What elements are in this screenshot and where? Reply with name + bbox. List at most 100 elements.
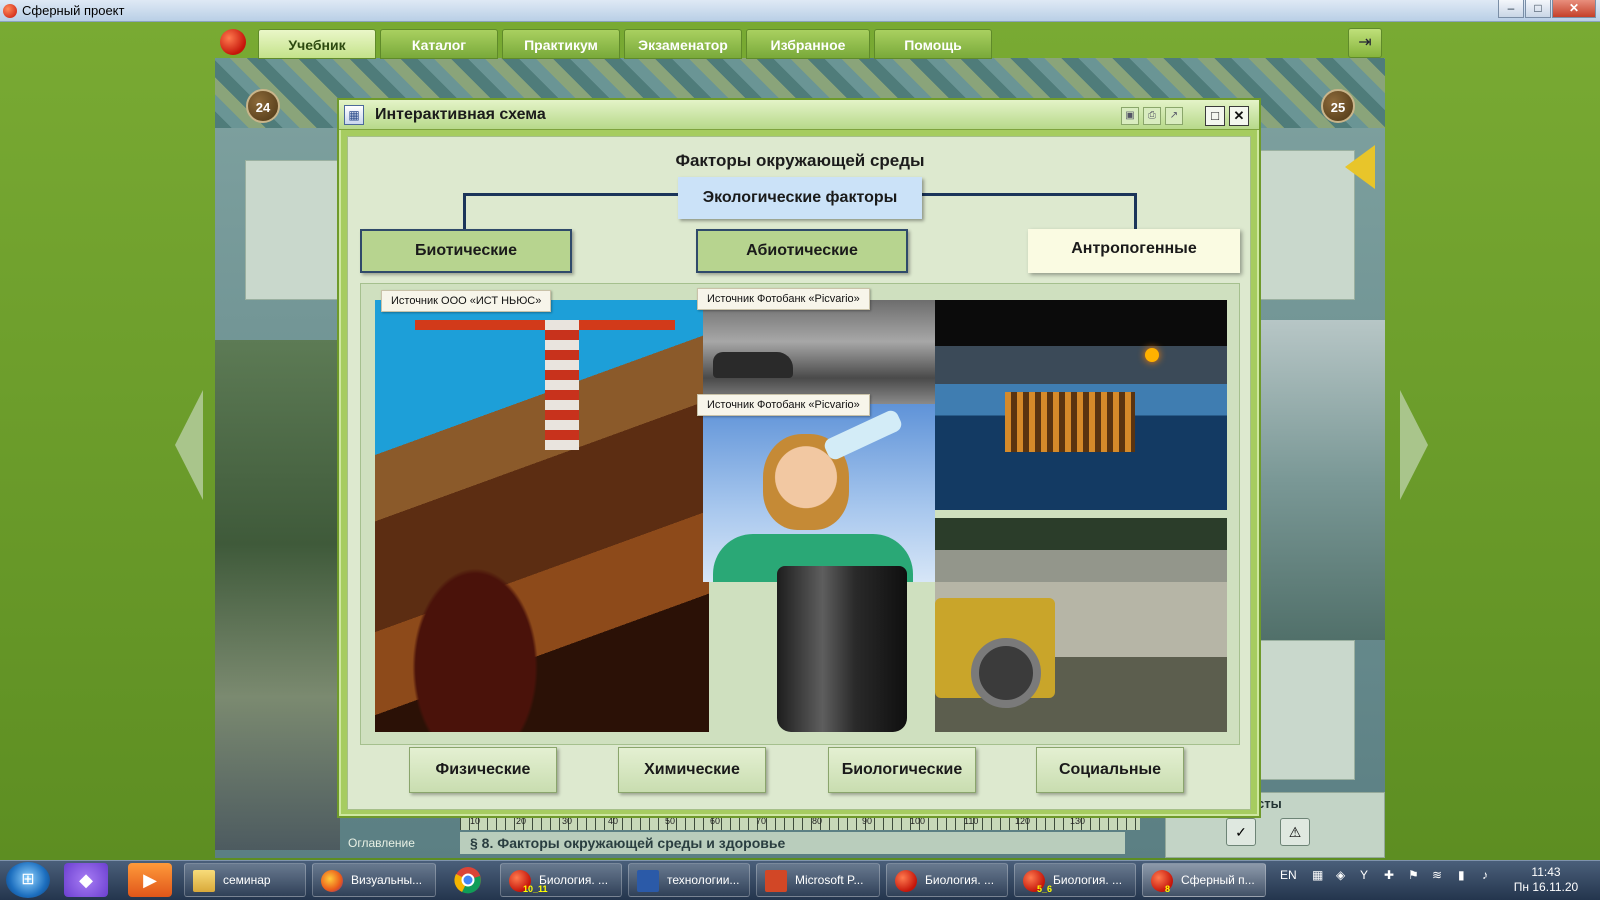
media-player-icon[interactable]: ▶ <box>128 863 172 897</box>
minimize-button[interactable]: – <box>1498 0 1524 18</box>
taskbar-item-biology-5-6[interactable]: 5_6 Биология. ... <box>1014 863 1136 897</box>
left-page-number: 24 <box>246 89 280 123</box>
connector-line <box>463 193 466 229</box>
tab-favorites[interactable]: Избранное <box>746 29 870 59</box>
connector-line <box>920 193 1137 196</box>
tray-flag-icon[interactable]: ⚑ <box>1408 868 1419 882</box>
signal-bars-icon[interactable]: ▮ <box>1458 868 1465 882</box>
language-indicator[interactable]: EN <box>1280 868 1297 882</box>
main-menu-tabs: Учебник Каталог Практикум Экзаменатор Из… <box>258 29 996 59</box>
boy-drinking-water-photo <box>703 404 935 582</box>
powerpoint-icon <box>765 870 787 892</box>
left-page-text-block <box>245 160 340 300</box>
volume-icon[interactable]: ♪ <box>1482 868 1488 882</box>
tab-examiner[interactable]: Экзаменатор <box>624 29 742 59</box>
taskbar-item-label: Визуальны... <box>351 873 423 887</box>
windows-logo-icon: ⊞ <box>21 871 35 888</box>
chapter-title-bar: § 8. Факторы окружающей среды и здоровье <box>460 832 1125 854</box>
industrial-scrap-photo <box>375 300 709 732</box>
taskbar-item-biology[interactable]: Биология. ... <box>886 863 1008 897</box>
bulldozer-wheel-shape <box>971 638 1041 708</box>
clock-date: Пн 16.11.20 <box>1513 880 1579 894</box>
taskbar-item-powerpoint[interactable]: Microsoft P... <box>756 863 880 897</box>
yandex-icon[interactable]: Y <box>1360 868 1368 882</box>
wifi-icon[interactable]: ≋ <box>1432 868 1442 882</box>
taskbar-item-sphere-project[interactable]: 8 Сферный п... <box>1142 863 1266 897</box>
biological-factors-node[interactable]: Биологические <box>828 747 976 793</box>
dialog-header: ▦ Интерактивная схема ▣ ⎙ ↗ □ ✕ <box>339 100 1259 130</box>
ecological-factors-node[interactable]: Экологические факторы <box>678 177 922 219</box>
save-icon[interactable]: ▣ <box>1121 107 1139 125</box>
right-page-tasks-block <box>1255 640 1355 780</box>
window-titlebar: Сферный проект – □ ✕ <box>0 0 1600 22</box>
network-shield-icon[interactable]: ◈ <box>1336 868 1345 882</box>
photo-source-caption: Источник Фотобанк «Picvario» <box>697 288 870 310</box>
anthropogenic-factors-node[interactable]: Антропогенные <box>1028 229 1240 273</box>
print-icon[interactable]: ⎙ <box>1143 107 1161 125</box>
right-page-number: 25 <box>1321 89 1355 123</box>
taskbar-badge: 8 <box>1165 884 1171 894</box>
tab-textbook[interactable]: Учебник <box>258 29 376 59</box>
scheme-title: Факторы окружающей среды <box>675 151 925 170</box>
export-icon[interactable]: ↗ <box>1165 107 1183 125</box>
taskbar-item-label: Биология. ... <box>1053 873 1123 887</box>
car-shape <box>713 352 793 378</box>
photo-source-caption: Источник Фотобанк «Picvario» <box>697 394 870 416</box>
biotic-factors-node[interactable]: Биотические <box>360 229 572 273</box>
taskbar-item-label: технологии... <box>667 873 740 887</box>
plus-icon[interactable]: ✚ <box>1384 868 1394 882</box>
close-window-button[interactable]: ✕ <box>1552 0 1596 18</box>
start-button[interactable]: ⊞ <box>6 862 50 898</box>
oil-platform-photo <box>935 300 1227 510</box>
abiotic-factors-node[interactable]: Абиотические <box>696 229 908 273</box>
taskbar-item-label: Биология. ... <box>539 873 609 887</box>
scheme-icon: ▦ <box>344 105 364 125</box>
physical-factors-node[interactable]: Физические <box>409 747 557 793</box>
dialog-content: Факторы окружающей среды Экологические ф… <box>347 136 1251 810</box>
window-controls: – □ ✕ <box>1497 0 1596 18</box>
tab-practicum[interactable]: Практикум <box>502 29 620 59</box>
folder-icon <box>193 870 215 892</box>
landfill-bulldozer-photo <box>935 518 1227 732</box>
taskbar-item-word[interactable]: технологии... <box>628 863 750 897</box>
right-page-text-block <box>1260 150 1355 300</box>
exit-door-icon[interactable]: ⇥ <box>1348 28 1382 58</box>
taskbar-badge: 10_11 <box>523 884 548 894</box>
anthropogenic-photo-collage: Источник ООО «ИСТ НЬЮС» Источник Фотобан… <box>360 283 1240 745</box>
maximize-dialog-button[interactable]: □ <box>1205 106 1225 126</box>
connector-line <box>1134 193 1137 229</box>
warning-icon[interactable]: ⚠ <box>1280 818 1310 846</box>
test-checklist-icon[interactable]: ✓ <box>1226 818 1256 846</box>
photo-source-caption: Источник ООО «ИСТ НЬЮС» <box>381 290 552 312</box>
tab-catalog[interactable]: Каталог <box>380 29 498 59</box>
taskbar-badge: 5_6 <box>1037 884 1053 894</box>
right-page-photo <box>1255 320 1385 640</box>
maximize-button[interactable]: □ <box>1525 0 1551 18</box>
table-of-contents-link[interactable]: Оглавление <box>348 836 415 850</box>
window-title: Сферный проект <box>22 3 125 18</box>
chrome-icon[interactable] <box>446 863 490 897</box>
clock-time: 11:43 <box>1531 865 1561 879</box>
chrome-logo-icon <box>454 867 481 894</box>
tab-help[interactable]: Помощь <box>874 29 992 59</box>
connector-line <box>463 193 680 196</box>
social-factors-node[interactable]: Социальные <box>1036 747 1184 793</box>
chemical-factors-node[interactable]: Химические <box>618 747 766 793</box>
interactive-scheme-dialog: ▦ Интерактивная схема ▣ ⎙ ↗ □ ✕ Факторы … <box>337 98 1261 818</box>
taskbar-item-biology-10-11[interactable]: 10_11 Биология. ... <box>500 863 622 897</box>
chimney-shape <box>545 320 579 450</box>
oil-platform-shape <box>1005 392 1135 452</box>
taskbar-item-label: семинар <box>223 873 271 887</box>
apple-logo-icon <box>3 4 17 18</box>
alice-assistant-icon[interactable]: ◆ <box>64 863 108 897</box>
taskbar-item-label: Сферный п... <box>1181 873 1255 887</box>
taskbar-item-label: Биология. ... <box>925 873 995 887</box>
system-clock[interactable]: 11:43 Пн 16.11.20 <box>1508 865 1584 895</box>
close-dialog-button[interactable]: ✕ <box>1229 106 1249 126</box>
apple-icon <box>895 870 917 892</box>
oil-barrel-photo <box>777 566 907 732</box>
word-icon <box>637 870 659 892</box>
taskbar-item-seminar[interactable]: семинар <box>184 863 306 897</box>
taskbar-item-firefox[interactable]: Визуальны... <box>312 863 436 897</box>
tray-app-icon[interactable]: ▦ <box>1312 868 1323 882</box>
